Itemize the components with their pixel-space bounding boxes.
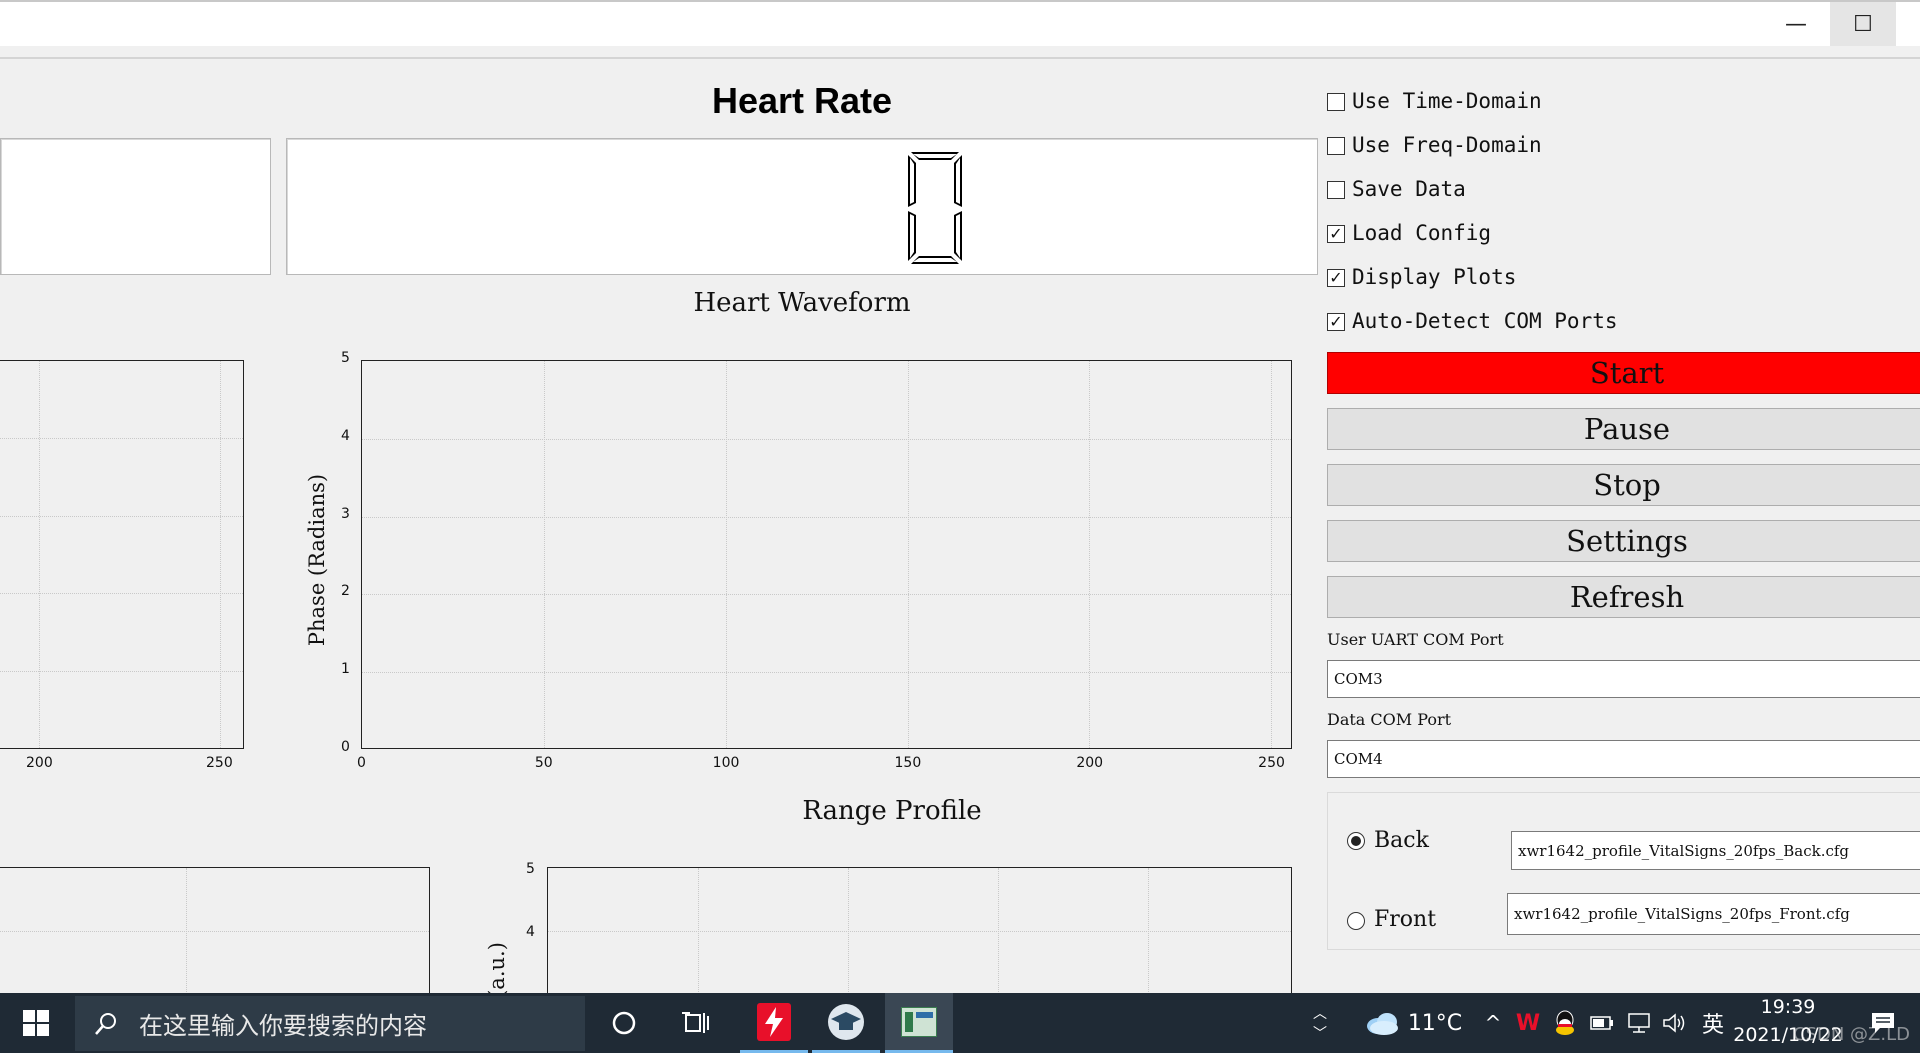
data-com-input[interactable]: COM4 bbox=[1327, 740, 1920, 778]
qq-tray-icon[interactable] bbox=[1552, 993, 1578, 1053]
option-checkbox[interactable] bbox=[1327, 93, 1345, 111]
stop-button[interactable]: Stop bbox=[1327, 464, 1920, 506]
heart-waveform-xtick: 200 bbox=[1076, 755, 1104, 771]
battery-icon[interactable] bbox=[1589, 993, 1615, 1053]
taskbar-search-box[interactable]: 在这里输入你要搜索的内容 bbox=[75, 996, 585, 1051]
title-bar bbox=[0, 0, 1920, 46]
heart-rate-title: Heart Rate bbox=[711, 80, 893, 121]
breath-waveform-plot bbox=[0, 360, 244, 749]
taskbar-search-placeholder: 在这里输入你要搜索的内容 bbox=[139, 1012, 427, 1040]
range-profile-ylabel: (a.u.) bbox=[485, 942, 509, 998]
heart-waveform-xtick: 0 bbox=[357, 755, 366, 771]
grid-line bbox=[362, 594, 1291, 596]
pause-button[interactable]: Pause bbox=[1327, 408, 1920, 450]
uart-com-label: User UART COM Port bbox=[1327, 630, 1504, 649]
left-plot-xtick: 200 bbox=[26, 755, 53, 771]
heart-waveform-xtick: 50 bbox=[534, 755, 553, 771]
option-label: Use Freq-Domain bbox=[1352, 133, 1542, 157]
range-profile-plot bbox=[547, 867, 1292, 1007]
option-checkbox[interactable] bbox=[1327, 181, 1345, 199]
uart-com-input[interactable]: COM3 bbox=[1327, 660, 1920, 698]
range-profile-ytick: 4 bbox=[526, 924, 535, 940]
range-profile-title: Range Profile bbox=[802, 796, 982, 826]
refresh-button[interactable]: Refresh bbox=[1327, 576, 1920, 618]
task-view-icon bbox=[682, 1012, 709, 1033]
left-plot-xtick: 250 bbox=[206, 755, 233, 771]
windows-start-button[interactable] bbox=[0, 993, 72, 1053]
heart-waveform-title: Heart Waveform bbox=[693, 288, 911, 318]
option-checkbox[interactable]: ✓ bbox=[1327, 313, 1345, 331]
data-com-label: Data COM Port bbox=[1327, 710, 1452, 729]
option-label: Load Config bbox=[1352, 221, 1492, 245]
app-window-icon bbox=[901, 1006, 937, 1037]
option-label: Save Data bbox=[1352, 177, 1466, 201]
heart-waveform-xtick: 100 bbox=[712, 755, 740, 771]
taskbar-app-flash[interactable] bbox=[740, 993, 808, 1053]
wps-tray-icon[interactable]: W bbox=[1515, 993, 1541, 1053]
minimize-button[interactable]: — bbox=[1768, 2, 1824, 46]
maximize-button[interactable]: ☐ bbox=[1830, 2, 1896, 46]
weather-temperature: 11°C bbox=[1407, 1010, 1463, 1036]
front-config-file[interactable]: xwr1642_profile_VitalSigns_20fps_Front.c… bbox=[1507, 893, 1920, 935]
task-view-button[interactable] bbox=[663, 993, 731, 1053]
range-profile-left-plot bbox=[0, 867, 430, 1007]
heart-waveform-ytick: 2 bbox=[341, 583, 350, 600]
taskbar-time[interactable]: 19:39 bbox=[1728, 996, 1848, 1022]
grid-line bbox=[362, 438, 1291, 440]
option-label: Auto-Detect COM Ports bbox=[1352, 309, 1618, 333]
volume-icon[interactable] bbox=[1660, 993, 1690, 1053]
maximize-icon: ☐ bbox=[1853, 11, 1873, 37]
flash-app-icon bbox=[757, 1002, 791, 1041]
back-radio[interactable] bbox=[1347, 832, 1365, 850]
grid-line bbox=[907, 361, 909, 748]
taskbar-scroll-arrows[interactable]: ︿ ﹀ bbox=[1308, 993, 1332, 1053]
minimize-icon: — bbox=[1785, 11, 1807, 37]
settings-button[interactable]: Settings bbox=[1327, 520, 1920, 562]
weather-icon[interactable] bbox=[1362, 993, 1402, 1053]
grid-line bbox=[1271, 361, 1273, 748]
front-radio-label: Front bbox=[1374, 907, 1437, 932]
heart-waveform-ytick: 4 bbox=[341, 427, 350, 444]
notification-center-button[interactable] bbox=[1858, 993, 1908, 1053]
front-radio[interactable] bbox=[1347, 912, 1365, 930]
heart-rate-lcd-digit bbox=[908, 152, 962, 264]
cortana-button[interactable] bbox=[590, 993, 658, 1053]
back-radio-label: Back bbox=[1374, 828, 1429, 853]
graduation-cap-icon bbox=[828, 1003, 864, 1040]
option-checkbox[interactable] bbox=[1327, 137, 1345, 155]
option-checkbox[interactable]: ✓ bbox=[1327, 225, 1345, 243]
windows-logo-icon bbox=[23, 1010, 49, 1036]
search-icon bbox=[95, 1012, 116, 1035]
start-button[interactable]: Start bbox=[1327, 352, 1920, 394]
heart-waveform-ytick: 5 bbox=[341, 350, 350, 366]
heart-waveform-ytick: 3 bbox=[341, 505, 350, 522]
taskbar-app-active-window[interactable] bbox=[885, 993, 953, 1053]
tray-overflow-chevron-icon[interactable]: ^ bbox=[1480, 993, 1506, 1053]
heart-rate-display: 0 bbox=[286, 138, 1318, 275]
network-icon[interactable] bbox=[1624, 993, 1654, 1053]
heart-waveform-ylabel: Phase (Radians) bbox=[305, 473, 329, 647]
grid-line bbox=[1089, 361, 1091, 748]
option-label: Display Plots bbox=[1352, 265, 1517, 289]
grid-line bbox=[362, 672, 1291, 674]
grid-line bbox=[725, 361, 727, 748]
back-config-file[interactable]: xwr1642_profile_VitalSigns_20fps_Back.cf… bbox=[1511, 831, 1920, 870]
toolbar-divider bbox=[0, 57, 1920, 59]
taskbar-app-graduation[interactable] bbox=[812, 993, 880, 1053]
grid-line bbox=[362, 516, 1291, 518]
heart-waveform-xtick: 150 bbox=[894, 755, 922, 771]
option-checkbox[interactable]: ✓ bbox=[1327, 269, 1345, 287]
heart-waveform-ytick: 0 bbox=[341, 739, 350, 755]
heart-waveform-xtick: 250 bbox=[1258, 755, 1285, 771]
option-label: Use Time-Domain bbox=[1352, 89, 1542, 113]
breath-rate-display bbox=[0, 138, 271, 275]
notification-icon bbox=[1872, 1013, 1894, 1033]
heart-waveform-ytick: 1 bbox=[341, 661, 350, 678]
range-profile-ytick: 5 bbox=[526, 861, 535, 877]
heart-waveform-plot bbox=[361, 360, 1292, 749]
cortana-circle-icon bbox=[612, 1011, 636, 1035]
grid-line bbox=[543, 361, 545, 748]
